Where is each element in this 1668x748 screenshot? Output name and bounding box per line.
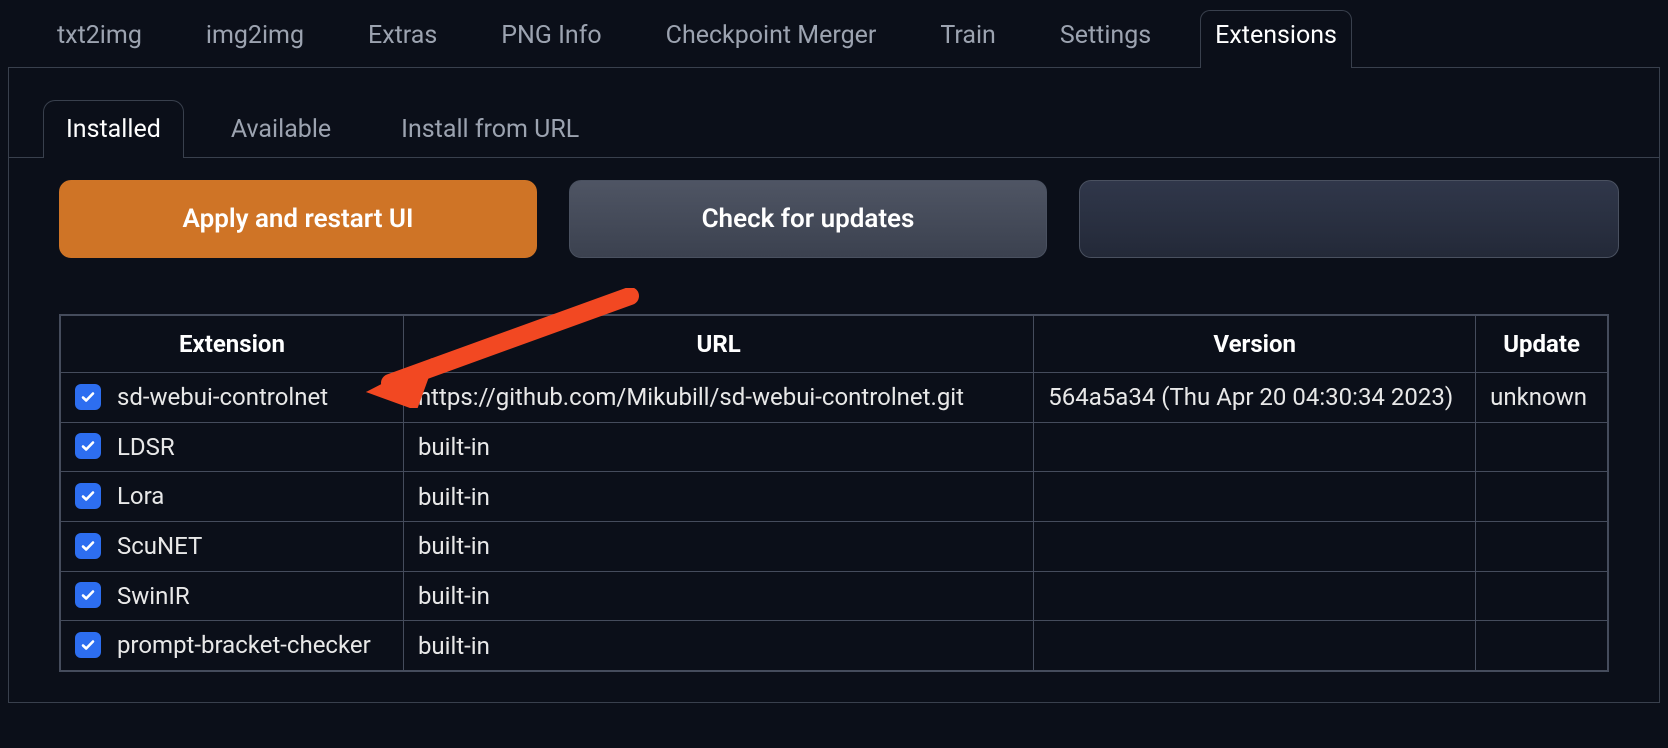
checkbox-icon[interactable] bbox=[75, 483, 101, 509]
action-bar: Apply and restart UI Check for updates bbox=[9, 158, 1659, 258]
table-row: ScuNET built-in bbox=[60, 521, 1608, 571]
cell-extension: ScuNET bbox=[60, 521, 403, 571]
col-header-url: URL bbox=[403, 315, 1033, 373]
table-header-row: Extension URL Version Update bbox=[60, 315, 1608, 373]
cell-update bbox=[1476, 422, 1608, 472]
extension-name: ScuNET bbox=[117, 532, 202, 560]
table-row: Lora built-in bbox=[60, 472, 1608, 522]
col-header-version: Version bbox=[1034, 315, 1476, 373]
cell-url: built-in bbox=[403, 521, 1033, 571]
sub-tab-available[interactable]: Available bbox=[208, 100, 354, 158]
cell-version bbox=[1034, 521, 1476, 571]
cell-extension: LDSR bbox=[60, 422, 403, 472]
sub-tab-install-from-url[interactable]: Install from URL bbox=[378, 100, 602, 158]
main-tabs: txt2img img2img Extras PNG Info Checkpoi… bbox=[0, 0, 1668, 68]
table-row: prompt-bracket-checker built-in bbox=[60, 621, 1608, 671]
extension-name: sd-webui-controlnet bbox=[117, 383, 328, 411]
extensions-panel: Installed Available Install from URL App… bbox=[8, 67, 1660, 703]
tab-png-info[interactable]: PNG Info bbox=[486, 10, 616, 68]
cell-version bbox=[1034, 621, 1476, 671]
cell-url: built-in bbox=[403, 571, 1033, 621]
cell-version bbox=[1034, 422, 1476, 472]
cell-version bbox=[1034, 472, 1476, 522]
cell-url: built-in bbox=[403, 472, 1033, 522]
extension-name: LDSR bbox=[117, 433, 175, 461]
cell-url: built-in bbox=[403, 422, 1033, 472]
cell-update: unknown bbox=[1476, 373, 1608, 423]
cell-url: built-in bbox=[403, 621, 1033, 671]
table-row: SwinIR built-in bbox=[60, 571, 1608, 621]
checkbox-icon[interactable] bbox=[75, 433, 101, 459]
sub-tabs: Installed Available Install from URL bbox=[9, 68, 1659, 158]
tab-img2img[interactable]: img2img bbox=[191, 10, 319, 68]
cell-version bbox=[1034, 571, 1476, 621]
cell-version: 564a5a34 (Thu Apr 20 04:30:34 2023) bbox=[1034, 373, 1476, 423]
tab-checkpoint-merger[interactable]: Checkpoint Merger bbox=[651, 10, 892, 68]
tab-train[interactable]: Train bbox=[925, 10, 1010, 68]
cell-extension: sd-webui-controlnet bbox=[60, 373, 403, 423]
cell-extension: prompt-bracket-checker bbox=[60, 621, 403, 671]
cell-extension: Lora bbox=[60, 472, 403, 522]
check-updates-button[interactable]: Check for updates bbox=[569, 180, 1047, 258]
checkbox-icon[interactable] bbox=[75, 632, 101, 658]
sub-tab-installed[interactable]: Installed bbox=[43, 100, 184, 158]
apply-restart-button[interactable]: Apply and restart UI bbox=[59, 180, 537, 258]
checkbox-icon[interactable] bbox=[75, 582, 101, 608]
blank-button[interactable] bbox=[1079, 180, 1619, 258]
table-row: sd-webui-controlnet https://github.com/M… bbox=[60, 373, 1608, 423]
checkbox-icon[interactable] bbox=[75, 533, 101, 559]
tab-extras[interactable]: Extras bbox=[353, 10, 452, 68]
tab-settings[interactable]: Settings bbox=[1045, 10, 1166, 68]
cell-update bbox=[1476, 621, 1608, 671]
col-header-extension: Extension bbox=[60, 315, 403, 373]
cell-update bbox=[1476, 472, 1608, 522]
extensions-table: Extension URL Version Update sd-webui-co… bbox=[59, 314, 1609, 672]
col-header-update: Update bbox=[1476, 315, 1608, 373]
cell-url: https://github.com/Mikubill/sd-webui-con… bbox=[403, 373, 1033, 423]
tab-extensions[interactable]: Extensions bbox=[1200, 10, 1352, 68]
extensions-table-wrap: Extension URL Version Update sd-webui-co… bbox=[9, 258, 1659, 672]
tab-txt2img[interactable]: txt2img bbox=[42, 10, 157, 68]
extension-name: prompt-bracket-checker bbox=[117, 631, 371, 659]
cell-update bbox=[1476, 521, 1608, 571]
cell-extension: SwinIR bbox=[60, 571, 403, 621]
extension-name: SwinIR bbox=[117, 582, 190, 610]
table-row: LDSR built-in bbox=[60, 422, 1608, 472]
checkbox-icon[interactable] bbox=[75, 384, 101, 410]
cell-update bbox=[1476, 571, 1608, 621]
extension-name: Lora bbox=[117, 482, 164, 510]
